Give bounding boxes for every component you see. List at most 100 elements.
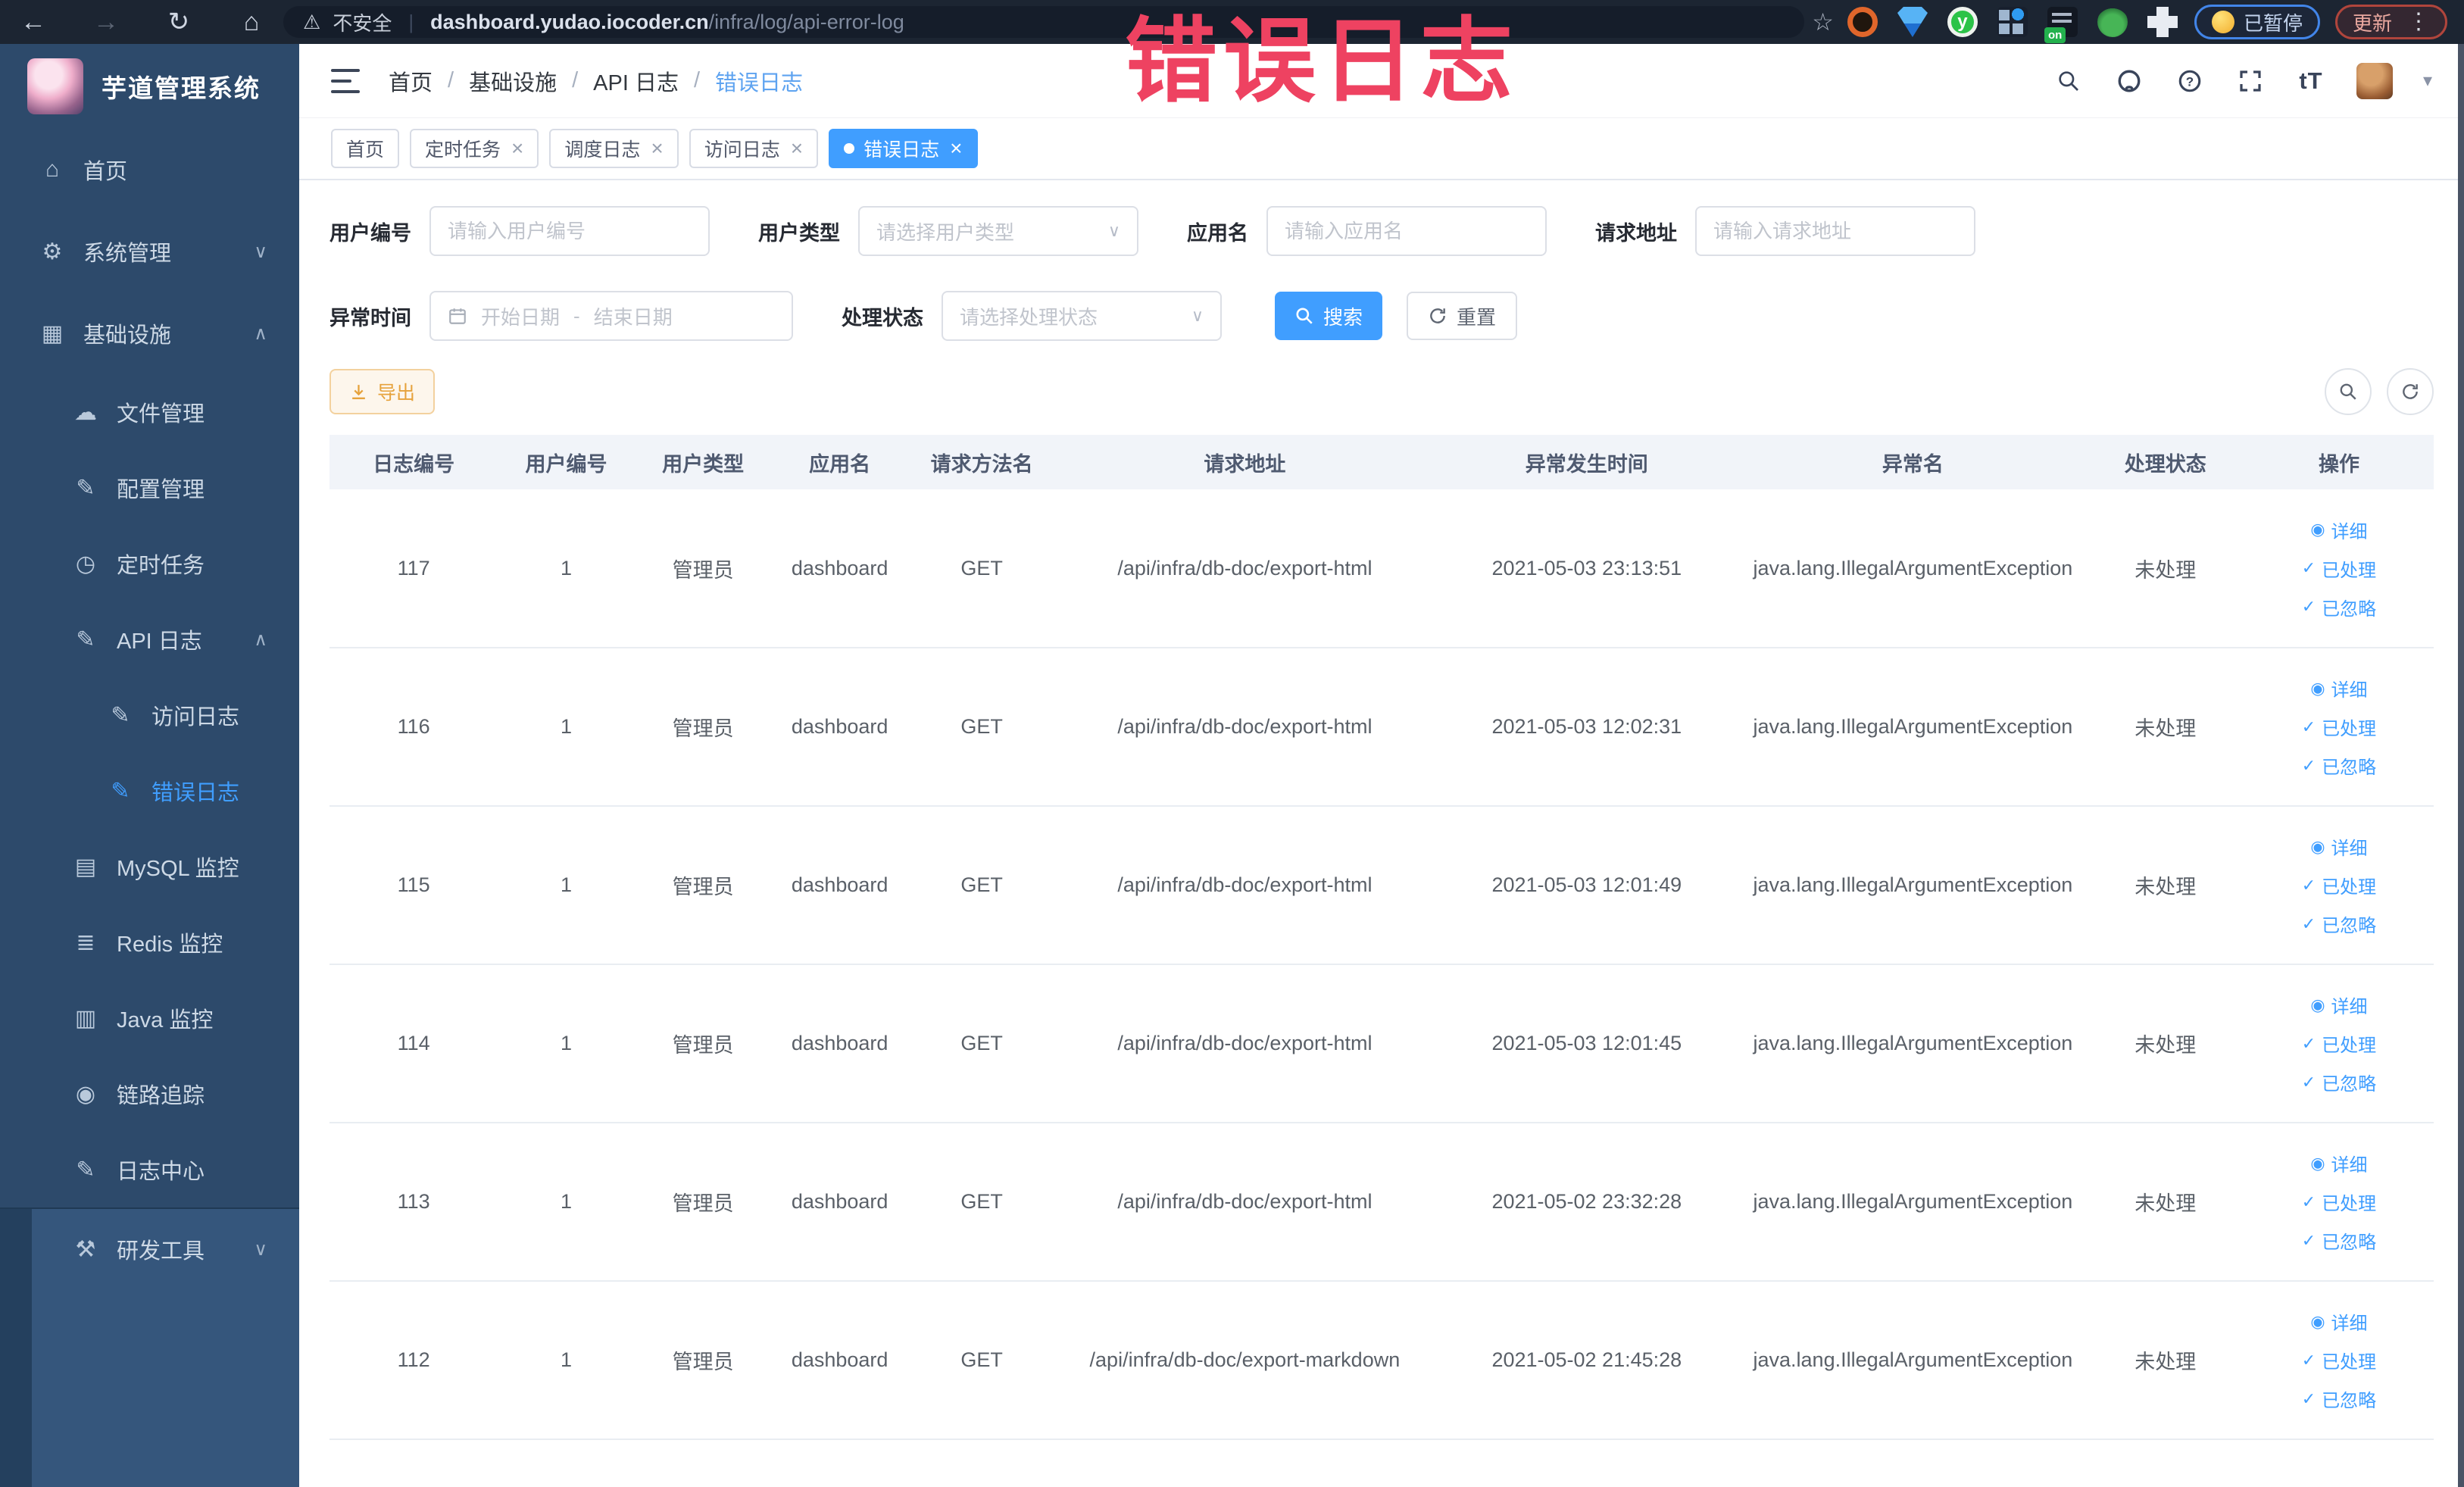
bookmark-star-icon[interactable]: ☆ bbox=[1812, 8, 1834, 36]
breadcrumb-item[interactable]: 基础设施 bbox=[469, 65, 593, 97]
collapse-sidebar-icon[interactable] bbox=[331, 68, 360, 93]
user-id-input[interactable] bbox=[429, 206, 710, 256]
page-tab[interactable]: 错误日志 × bbox=[829, 129, 978, 168]
cell-request-url: /api/infra/db-doc/export-html bbox=[1055, 806, 1435, 965]
sidebar-menu-item[interactable]: ⚒ 研发工具 ∨ bbox=[0, 1207, 299, 1289]
sidebar-menu-item[interactable]: ☁ 文件管理 bbox=[0, 374, 299, 450]
mark-processed-link[interactable]: ✓ 已处理 bbox=[2302, 555, 2376, 582]
tab-close-icon[interactable]: × bbox=[511, 138, 523, 159]
sidebar-menu-item[interactable]: ✎ 错误日志 bbox=[0, 753, 299, 829]
paused-badge[interactable]: 已暂停 bbox=[2194, 5, 2320, 39]
mark-ignored-link[interactable]: ✓ 已忽略 bbox=[2302, 911, 2376, 937]
search-icon[interactable] bbox=[2053, 66, 2084, 96]
extensions-puzzle-icon[interactable] bbox=[2147, 7, 2178, 37]
app-name-input[interactable] bbox=[1266, 206, 1547, 256]
mark-processed-link[interactable]: ✓ 已处理 bbox=[2302, 872, 2376, 898]
mark-ignored-link[interactable]: ✓ 已忽略 bbox=[2302, 1385, 2376, 1412]
user-type-select[interactable]: 请选择用户类型 ∨ bbox=[858, 206, 1138, 256]
address-bar[interactable]: ⚠ 不安全 | dashboard.yudao.iocoder.cn/infra… bbox=[283, 6, 1805, 38]
detail-link[interactable]: ◉ 详细 bbox=[2310, 992, 2367, 1018]
menu-item-icon: ⚙ bbox=[42, 239, 63, 264]
menu-item-label: Java 监控 bbox=[117, 1008, 214, 1032]
home-icon[interactable]: ⌂ bbox=[235, 8, 268, 37]
avatar[interactable] bbox=[2356, 62, 2393, 99]
forward-icon[interactable]: → bbox=[89, 8, 123, 37]
font-size-icon[interactable]: tT bbox=[2296, 66, 2326, 96]
reload-icon[interactable]: ↻ bbox=[162, 7, 195, 37]
tab-label: 调度日志 bbox=[564, 139, 641, 161]
app-logo-block[interactable]: 芋道管理系统 bbox=[0, 44, 299, 129]
error-log-table: 日志编号 用户编号 用户类型 应用名 请求方法名 请求地址 异常发生时间 异常名… bbox=[329, 435, 2434, 1440]
sidebar-menu-item[interactable]: ▦ 基础设施 ∧ bbox=[0, 292, 299, 374]
avatar-caret-icon[interactable]: ▾ bbox=[2423, 70, 2432, 92]
table-row: 116 1 管理员 dashboard GET /api/infra/db-do… bbox=[329, 648, 2434, 807]
mark-processed-link[interactable]: ✓ 已处理 bbox=[2302, 1030, 2376, 1057]
menu-item-label: 基础设施 bbox=[83, 323, 172, 348]
cell-actions: ◉ 详细 ✓ 已处理 ✓ 已忽略 bbox=[2244, 1123, 2434, 1282]
tab-close-icon[interactable]: × bbox=[791, 138, 803, 159]
menu-item-label: 文件管理 bbox=[117, 402, 205, 426]
extension-icon-green-y[interactable]: y bbox=[1947, 7, 1978, 37]
extension-icon-leaf[interactable] bbox=[2097, 7, 2128, 37]
exception-time-range-picker[interactable]: 开始日期 - 结束日期 bbox=[429, 291, 793, 341]
sidebar-menu-item[interactable]: ✎ 日志中心 bbox=[0, 1132, 299, 1207]
process-status-label: 处理状态 bbox=[842, 306, 923, 330]
github-icon[interactable] bbox=[2114, 66, 2144, 96]
sidebar-menu-item[interactable]: ◷ 定时任务 bbox=[0, 526, 299, 601]
back-icon[interactable]: ← bbox=[17, 8, 50, 37]
sidebar-menu-item[interactable]: ✎ 访问日志 bbox=[0, 677, 299, 753]
sidebar-menu-item[interactable]: ▥ Java 监控 bbox=[0, 980, 299, 1056]
detail-link[interactable]: ◉ 详细 bbox=[2310, 517, 2367, 543]
page-tab[interactable]: 定时任务 × bbox=[410, 129, 539, 168]
detail-link[interactable]: ◉ 详细 bbox=[2310, 1150, 2367, 1176]
window-scrollbar[interactable] bbox=[2458, 44, 2464, 1487]
sidebar-menu-item[interactable]: ⚙ 系统管理 ∨ bbox=[0, 211, 299, 292]
breadcrumb-item[interactable]: API 日志 bbox=[593, 65, 715, 97]
reset-button[interactable]: 重置 bbox=[1407, 292, 1518, 340]
mark-ignored-link[interactable]: ✓ 已忽略 bbox=[2302, 594, 2376, 620]
mark-processed-link[interactable]: ✓ 已处理 bbox=[2302, 1189, 2376, 1215]
mark-ignored-link[interactable]: ✓ 已忽略 bbox=[2302, 1227, 2376, 1254]
mark-processed-link[interactable]: ✓ 已处理 bbox=[2302, 714, 2376, 740]
cell-app-name: dashboard bbox=[771, 489, 908, 648]
detail-link[interactable]: ◉ 详细 bbox=[2310, 833, 2367, 860]
extension-icon-grid[interactable] bbox=[1997, 7, 2028, 37]
sidebar-menu-item[interactable]: ✎ 配置管理 bbox=[0, 450, 299, 526]
cell-user-type: 管理员 bbox=[634, 1281, 772, 1440]
toggle-search-button[interactable] bbox=[2325, 368, 2372, 415]
mark-ignored-link[interactable]: ✓ 已忽略 bbox=[2302, 1069, 2376, 1095]
sidebar-menu-item[interactable]: ◉ 链路追踪 bbox=[0, 1056, 299, 1132]
tab-close-icon[interactable]: × bbox=[651, 138, 663, 159]
url-divider: | bbox=[408, 10, 414, 33]
sidebar-menu-item[interactable]: ▤ MySQL 监控 bbox=[0, 829, 299, 904]
select-caret-icon: ∨ bbox=[1107, 221, 1120, 240]
browser-menu-icon[interactable]: ⋮ bbox=[2407, 11, 2430, 33]
process-status-select[interactable]: 请选择处理状态 ∨ bbox=[942, 291, 1222, 341]
refresh-table-button[interactable] bbox=[2387, 368, 2434, 415]
sidebar-menu-item[interactable]: ≣ Redis 监控 bbox=[0, 904, 299, 980]
update-button[interactable]: 更新 ⋮ bbox=[2334, 5, 2447, 39]
sidebar-menu-item[interactable]: ⌂ 首页 bbox=[0, 129, 299, 211]
breadcrumb-item[interactable]: 错误日志 bbox=[715, 65, 803, 97]
detail-link[interactable]: ◉ 详细 bbox=[2310, 675, 2367, 701]
request-url-input[interactable] bbox=[1695, 206, 1975, 256]
app-header: 首页 基础设施 API 日志 错误日志 ? tT ▾ bbox=[299, 44, 2464, 118]
breadcrumb-item[interactable]: 首页 bbox=[389, 65, 469, 97]
mark-processed-link[interactable]: ✓ 已处理 bbox=[2302, 1347, 2376, 1373]
mark-ignored-link[interactable]: ✓ 已忽略 bbox=[2302, 752, 2376, 779]
extension-icon-switch[interactable]: on bbox=[2044, 7, 2078, 43]
sidebar-menu-item[interactable]: ✎ API 日志 ∧ bbox=[0, 601, 299, 677]
page-tab[interactable]: 访问日志 × bbox=[689, 129, 819, 168]
tab-close-icon[interactable]: × bbox=[950, 138, 962, 159]
detail-link[interactable]: ◉ 详细 bbox=[2310, 1308, 2367, 1335]
page-tab[interactable]: 首页 bbox=[331, 129, 400, 168]
help-icon[interactable]: ? bbox=[2175, 66, 2205, 96]
fullscreen-icon[interactable] bbox=[2235, 66, 2266, 96]
security-label: 不安全 bbox=[333, 11, 392, 35]
extension-icon-orange[interactable] bbox=[1847, 7, 1878, 37]
extension-icon-shield[interactable] bbox=[1897, 7, 1928, 37]
page-tab[interactable]: 调度日志 × bbox=[549, 129, 679, 168]
cell-actions: ◉ 详细 ✓ 已处理 ✓ 已忽略 bbox=[2244, 806, 2434, 965]
export-button[interactable]: 导出 bbox=[329, 369, 436, 414]
search-button[interactable]: 搜索 bbox=[1275, 292, 1383, 340]
